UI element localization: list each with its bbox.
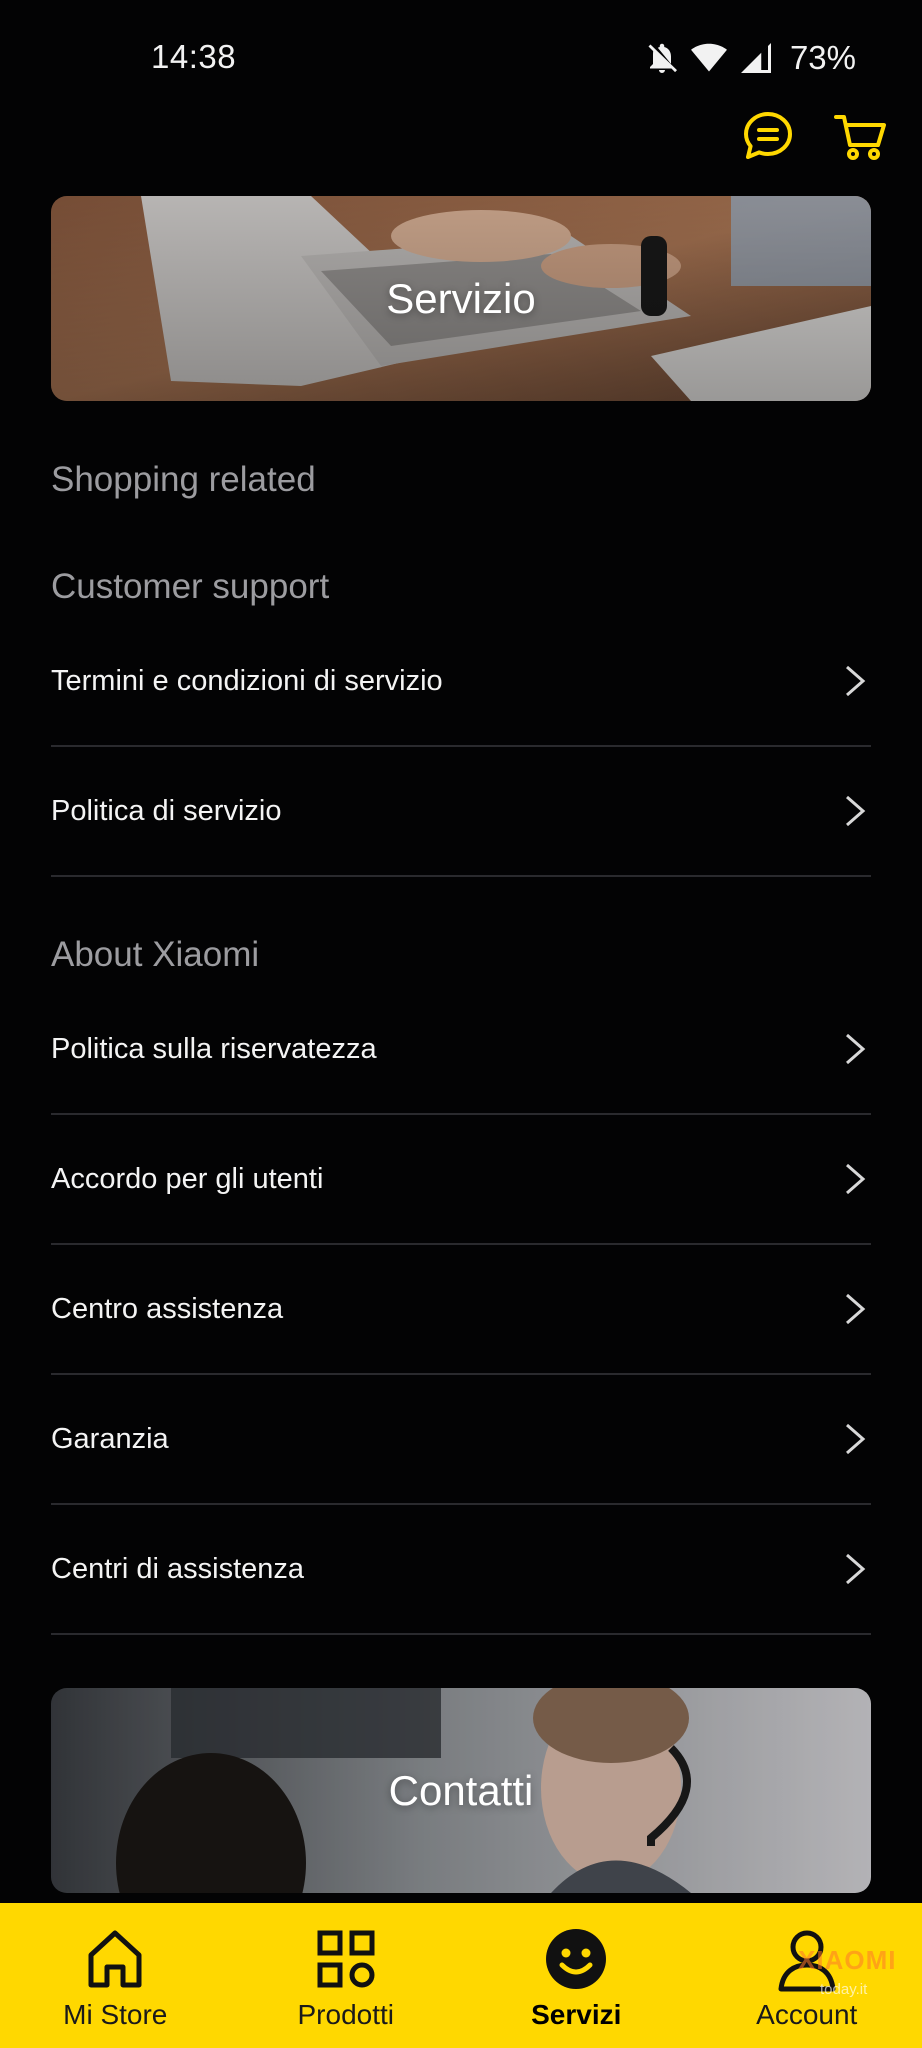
list-item-label: Garanzia: [51, 1422, 169, 1455]
cellular-signal-icon: [740, 43, 771, 73]
watermark-logo: XIAOMI today.it: [780, 1915, 910, 2035]
servizio-banner-title: Servizio: [386, 274, 536, 322]
list-item-centri-assistenza[interactable]: Centri di assistenza: [51, 1505, 871, 1635]
smiley-icon: [546, 1929, 607, 1989]
contatti-banner-title: Contatti: [388, 1766, 534, 1814]
list-item-label: Centri di assistenza: [51, 1552, 305, 1585]
status-bar: 14:38 73%: [0, 0, 922, 112]
battery-percentage: 73%: [789, 39, 856, 76]
list-item-accordo-utenti[interactable]: Accordo per gli utenti: [51, 1115, 871, 1245]
nav-item-mi-store[interactable]: Mi Store: [0, 1903, 231, 2048]
header-actions: [740, 108, 888, 164]
chat-icon: [744, 112, 792, 159]
nav-label: Prodotti: [297, 1999, 395, 2030]
chevron-right-icon: [846, 1293, 866, 1325]
chevron-right-icon: [846, 1163, 866, 1195]
list-item-label: Politica sulla riservatezza: [51, 1032, 377, 1065]
chevron-right-icon: [846, 795, 866, 827]
services-page: 14:38 73% Servizio Shopping related Cust…: [0, 0, 922, 2048]
list-item-label: Centro assistenza: [51, 1292, 284, 1325]
section-shopping-related: Shopping related: [51, 460, 316, 499]
watermark-site: today.it: [820, 1981, 868, 1998]
contatti-banner[interactable]: Contatti: [51, 1688, 871, 1893]
list-item-label: Politica di servizio: [51, 794, 282, 827]
list-item-termini[interactable]: Termini e condizioni di servizio: [51, 617, 871, 747]
status-time: 14:38: [151, 38, 237, 75]
list-item-garanzia[interactable]: Garanzia: [51, 1375, 871, 1505]
chevron-right-icon: [846, 1033, 866, 1065]
section-about-xiaomi: About Xiaomi: [51, 935, 260, 974]
list-item-label: Accordo per gli utenti: [51, 1162, 324, 1195]
list-item-privacy[interactable]: Politica sulla riservatezza: [51, 985, 871, 1115]
watermark-brand: XIAOMI: [798, 1945, 897, 1975]
cart-icon: [834, 115, 886, 160]
bell-off-icon: [648, 43, 677, 73]
list-item-centro-assistenza[interactable]: Centro assistenza: [51, 1245, 871, 1375]
status-icons: 73%: [644, 36, 856, 80]
cart-button[interactable]: [832, 108, 888, 164]
home-icon: [88, 1930, 142, 1988]
chevron-right-icon: [846, 1423, 866, 1455]
list-item-politica-servizio[interactable]: Politica di servizio: [51, 747, 871, 877]
wifi-icon: [690, 43, 727, 72]
chevron-right-icon: [846, 1553, 866, 1585]
chat-button[interactable]: [740, 108, 796, 164]
chevron-right-icon: [846, 665, 866, 697]
nav-item-prodotti[interactable]: Prodotti: [231, 1903, 462, 2048]
nav-label: Servizi: [531, 1999, 622, 2030]
nav-label: Mi Store: [63, 1999, 168, 2030]
grid-icon: [317, 1930, 375, 1988]
nav-item-servizi[interactable]: Servizi: [461, 1903, 692, 2048]
section-customer-support: Customer support: [51, 567, 330, 606]
list-item-label: Termini e condizioni di servizio: [51, 664, 443, 697]
servizio-banner[interactable]: Servizio: [51, 196, 871, 401]
